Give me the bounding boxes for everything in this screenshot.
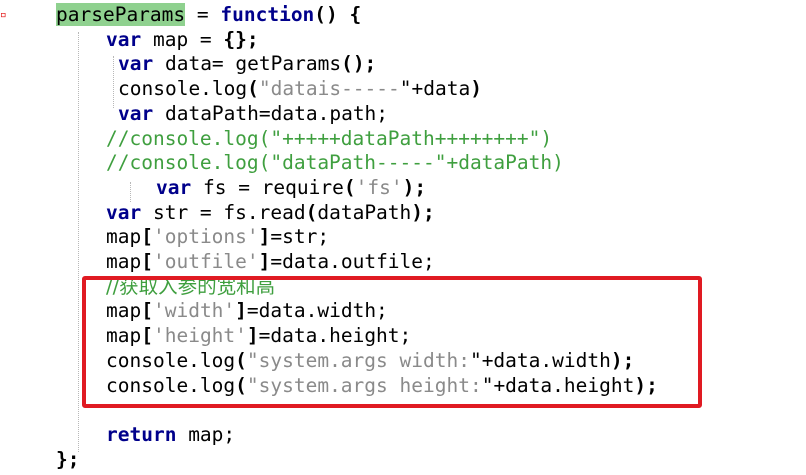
code-token: ); xyxy=(402,175,427,199)
code-token: console.log xyxy=(118,77,248,101)
code-line[interactable]: var data= getParams(); xyxy=(118,51,376,76)
code-token: var xyxy=(118,52,154,76)
code-token: 'outfile' xyxy=(152,250,259,273)
code-token: {}; xyxy=(223,27,259,51)
code-token: var xyxy=(106,27,142,51)
code-token: ( xyxy=(305,200,318,224)
code-token: var xyxy=(106,200,142,224)
code-token: map; xyxy=(176,422,236,446)
code-line[interactable]: //console.log("dataPath-----"+dataPath) xyxy=(106,150,564,175)
code-token: ] xyxy=(258,225,271,249)
code-token: ); xyxy=(411,200,435,224)
indent-guide xyxy=(78,32,79,452)
code-token: //console.log("dataPath-----"+dataPath) xyxy=(106,151,564,175)
code-token: var xyxy=(118,101,154,125)
code-line[interactable]: return map; xyxy=(106,422,235,447)
code-token: ) xyxy=(470,77,482,101)
code-token: map xyxy=(106,225,142,249)
code-token: parseParams xyxy=(56,3,186,26)
code-token: dataPath xyxy=(317,200,412,224)
code-editor[interactable]: ▫ parseParams = function() {var map = {}… xyxy=(0,0,806,475)
code-token: fs = require xyxy=(191,175,344,199)
code-token: [ xyxy=(141,250,153,273)
code-line[interactable]: map['outfile']=data.outfile; xyxy=(106,249,435,274)
code-token: dataPath=data.path; xyxy=(153,101,389,125)
code-token: = xyxy=(185,3,221,26)
code-token: map = xyxy=(141,27,224,51)
code-line[interactable]: parseParams = function() { xyxy=(56,2,361,27)
code-line[interactable]: }; xyxy=(56,447,79,472)
code-token: return xyxy=(106,422,177,446)
code-token: "+data xyxy=(399,77,471,101)
red-annotation-box xyxy=(82,276,702,408)
code-token: { xyxy=(349,3,362,26)
bookmark-icon: ▫ xyxy=(0,8,7,21)
code-line[interactable]: var map = {}; xyxy=(106,27,259,52)
code-token: }; xyxy=(56,447,80,471)
code-token: ( xyxy=(247,77,259,101)
code-token: =str; xyxy=(270,225,330,249)
code-line[interactable]: map['options']=str; xyxy=(106,224,329,249)
code-token: [ xyxy=(141,225,153,249)
code-line[interactable]: console.log("datais-----"+data) xyxy=(118,76,482,101)
code-line[interactable]: //console.log("+++++dataPath++++++++") xyxy=(106,126,552,151)
indent-guide xyxy=(113,56,114,108)
code-token: 'options' xyxy=(152,225,259,249)
code-token: ( xyxy=(343,175,356,199)
code-token: () xyxy=(314,3,350,26)
code-token: 'fs' xyxy=(355,175,403,199)
code-line[interactable]: var str = fs.read(dataPath); xyxy=(106,200,435,225)
code-token: //console.log("+++++dataPath++++++++") xyxy=(106,126,553,150)
code-line[interactable]: var dataPath=data.path; xyxy=(118,101,388,126)
code-token: ] xyxy=(258,250,271,273)
code-token: "datais----- xyxy=(258,77,400,101)
code-token: function xyxy=(220,3,315,26)
code-token: data= getParams xyxy=(153,52,342,76)
code-line[interactable]: var fs = require('fs'); xyxy=(156,175,426,200)
code-token: map xyxy=(106,250,142,273)
code-token: str = fs.read xyxy=(141,200,306,224)
code-token: var xyxy=(156,175,192,199)
code-token: =data.outfile; xyxy=(270,250,435,273)
code-token: (); xyxy=(341,52,377,76)
